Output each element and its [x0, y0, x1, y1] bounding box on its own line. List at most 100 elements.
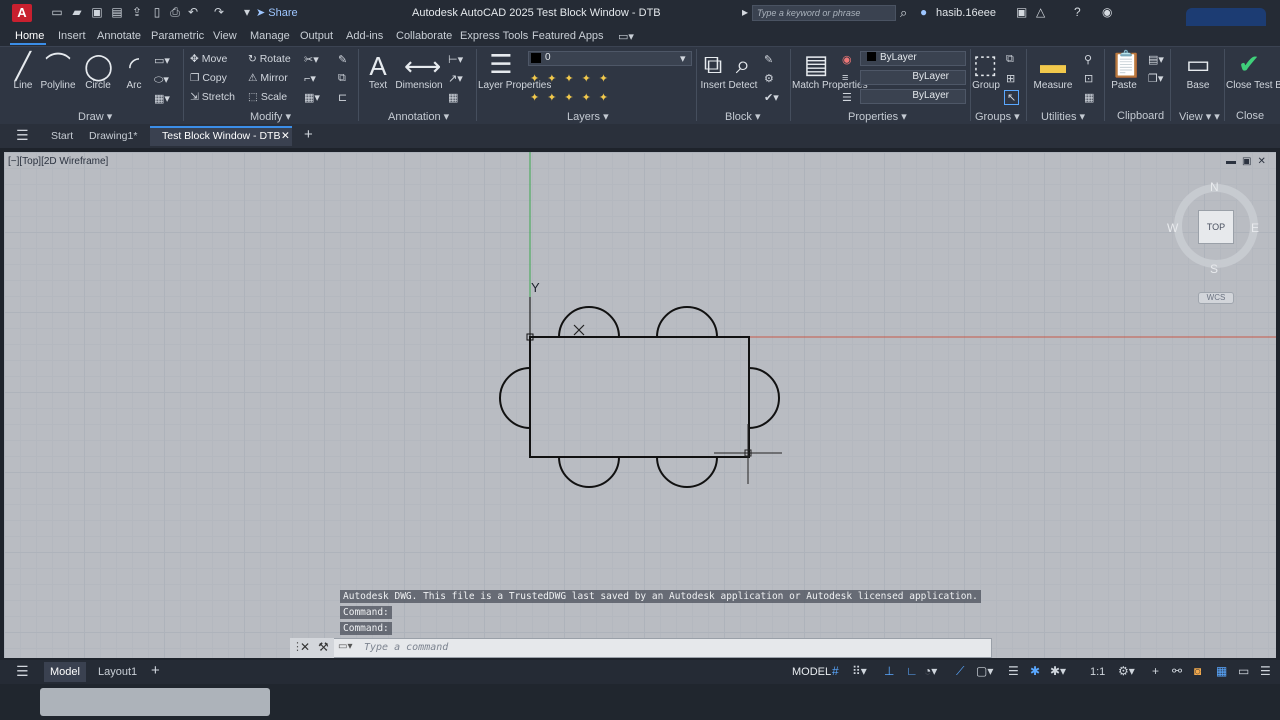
layout1-tab[interactable]: Layout1 [98, 666, 137, 678]
group-button[interactable]: Group [970, 80, 1002, 91]
layer-dropdown[interactable]: 0 [528, 51, 692, 66]
detect-icon[interactable]: ⌕ [730, 50, 756, 78]
text-icon[interactable]: A [364, 52, 392, 80]
draw-panel-label[interactable]: Draw ▾ [78, 110, 112, 123]
table-icon[interactable]: ▦ [448, 91, 458, 104]
cut-icon[interactable]: ▤▾ [1148, 53, 1164, 66]
block-edit-icon[interactable]: ✎ [764, 53, 773, 66]
utilities-panel-label[interactable]: Utilities ▾ [1041, 110, 1085, 123]
model-space-button[interactable]: MODEL [792, 666, 831, 678]
hatch-icon[interactable]: ▦▾ [154, 92, 170, 105]
paste-icon[interactable]: 📋 [1110, 50, 1142, 78]
insert-button[interactable]: Insert [698, 80, 728, 91]
match-properties-icon[interactable]: ▤ [802, 50, 830, 78]
new-tab-icon[interactable]: + [304, 126, 313, 143]
rectangle-icon[interactable]: ▭▾ [154, 54, 170, 67]
save-icon[interactable]: ▣ [90, 6, 104, 19]
ortho-icon[interactable]: ∟ [906, 664, 918, 678]
layer-properties-button[interactable]: Layer Properties [478, 80, 551, 91]
polyline-icon[interactable]: ⌒ [44, 52, 72, 80]
expand-arrow-icon[interactable]: ▸ [742, 5, 748, 19]
menu-icon[interactable]: ☰ [16, 127, 29, 144]
clean-screen-icon[interactable]: ▭ [1238, 664, 1249, 678]
block-check-icon[interactable]: ✔▾ [764, 91, 779, 104]
copy-clip-icon[interactable]: ❐▾ [1148, 72, 1163, 85]
chair-right[interactable] [748, 367, 780, 429]
array-icon[interactable]: ▦▾ [304, 91, 320, 104]
trim-icon[interactable]: ✂▾ [304, 53, 319, 66]
doc-tab-active-label[interactable]: Test Block Window - DTB [162, 130, 280, 142]
insert-block-icon[interactable]: ⧉ [700, 50, 726, 78]
compass-east[interactable]: E [1251, 221, 1259, 235]
erase-icon[interactable]: ✎ [338, 53, 347, 66]
groups-panel-label[interactable]: Groups ▾ [975, 110, 1020, 123]
cart-icon[interactable]: ▣ [1016, 5, 1027, 19]
close-test-block-icon[interactable]: ✔ [1234, 50, 1264, 78]
customize-statusbar-icon[interactable]: ☰ [1260, 664, 1271, 678]
infer-constraints-icon[interactable]: ⊥ [884, 664, 894, 678]
measure-button[interactable]: Measure [1030, 80, 1076, 91]
object-snap-icon[interactable]: ▢▾ [976, 664, 993, 678]
arc-icon[interactable]: ◜ [120, 52, 148, 80]
view-panel-label[interactable]: View ▾ ▾ [1179, 110, 1220, 123]
tab-manage[interactable]: Manage [250, 30, 290, 42]
measure-icon[interactable]: ▬ [1038, 50, 1068, 78]
search-input[interactable]: Type a keyword or phrase [752, 5, 896, 21]
wcs-menu-button[interactable]: WCS [1198, 292, 1234, 304]
autodesk-app-icon[interactable]: △ [1036, 5, 1045, 19]
grid-icon[interactable]: # [832, 664, 839, 678]
tab-parametric[interactable]: Parametric [151, 30, 204, 42]
save-to-web-icon[interactable]: ⇪ [130, 6, 144, 19]
line-icon[interactable]: ╱ [10, 52, 36, 80]
save-as-icon[interactable]: ▤ [110, 6, 124, 19]
chair-top-left[interactable] [558, 306, 620, 338]
user-name[interactable]: hasib.16eee [936, 7, 996, 19]
layer-tools-row-2[interactable]: ✦✦✦✦✦ [530, 91, 616, 104]
tab-view[interactable]: View [213, 30, 237, 42]
arc-button[interactable]: Arc [120, 80, 148, 91]
tab-output[interactable]: Output [300, 30, 333, 42]
copy-button[interactable]: ❐ Copy [190, 72, 227, 84]
circle-icon[interactable]: ◯ [84, 52, 113, 80]
mirror-button[interactable]: ⚠ Mirror [248, 72, 288, 84]
drawing-svg[interactable]: Y [4, 152, 1276, 658]
group-icon[interactable]: ⬚ [972, 50, 998, 78]
layer-dropdown-arrow-icon[interactable]: ▾ [680, 52, 686, 65]
search-icon[interactable]: ⌕ [900, 5, 907, 21]
user-icon[interactable]: ● [920, 5, 927, 19]
layout-menu-icon[interactable]: ☰ [16, 663, 29, 680]
modify-panel-label[interactable]: Modify ▾ [250, 110, 291, 123]
tab-add-ins[interactable]: Add-ins [346, 30, 383, 42]
clipboard-panel-label[interactable]: Clipboard [1117, 110, 1164, 122]
tab-express-tools[interactable]: Express Tools [460, 30, 528, 42]
offset-icon[interactable]: ⊏ [338, 91, 347, 104]
autocad-logo-icon[interactable]: A [12, 4, 32, 22]
doc-tab-drawing1[interactable]: Drawing1* [89, 130, 137, 142]
base-view-icon[interactable]: ▭ [1184, 50, 1212, 78]
model-tab[interactable]: Model [44, 662, 86, 682]
isolate-objects-icon[interactable]: ◙ [1194, 664, 1201, 678]
help-icon[interactable]: ? [1074, 5, 1081, 19]
compass-north[interactable]: N [1210, 180, 1219, 194]
linear-dim-icon[interactable]: ⊢▾ [448, 53, 463, 66]
text-button[interactable]: Text [364, 80, 392, 91]
plot-icon[interactable]: ⎙ [168, 6, 182, 19]
leader-icon[interactable]: ↗▾ [448, 72, 463, 85]
recent-commands-icon[interactable]: ▭▾ [338, 641, 352, 652]
chair-left[interactable] [499, 367, 531, 429]
customize-qat-icon[interactable]: ▾ [240, 6, 254, 19]
tab-home[interactable]: Home [15, 30, 44, 42]
ungroup-icon[interactable]: ⧉ [1006, 53, 1014, 66]
graphics-performance-icon[interactable]: ▦ [1216, 664, 1227, 678]
undo-icon[interactable]: ↶ [186, 6, 200, 19]
group-select-icon[interactable]: ↖ [1004, 90, 1020, 105]
customize-wrench-icon[interactable]: ⚒ [318, 640, 329, 654]
fillet-icon[interactable]: ⌐▾ [304, 72, 316, 85]
compass-west[interactable]: W [1167, 221, 1178, 235]
base-button[interactable]: Base [1182, 80, 1214, 91]
lineweight-dropdown[interactable]: ByLayer [860, 89, 966, 104]
tab-featured-apps[interactable]: Featured Apps [532, 30, 604, 42]
move-button[interactable]: ✥ Move [190, 53, 227, 65]
layer-properties-icon[interactable]: ☰ [486, 50, 516, 78]
line-button[interactable]: Line [10, 80, 36, 91]
